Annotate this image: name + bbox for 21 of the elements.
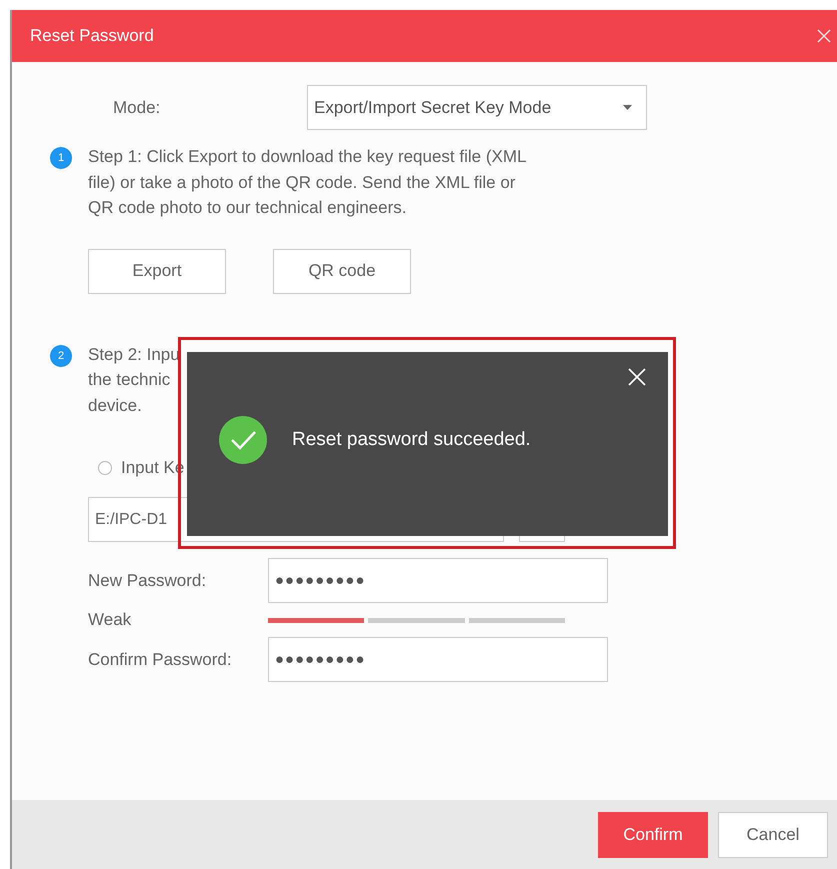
- step-instructions: Step 2: Inpu the technic device.: [88, 344, 181, 416]
- toast-message: Reset password succeeded.: [292, 429, 531, 451]
- strength-label: Weak: [88, 610, 132, 630]
- confirm-button[interactable]: Confirm: [598, 812, 708, 858]
- field-label: New Password:: [88, 570, 208, 590]
- window-title: Reset Password: [30, 26, 154, 46]
- close-icon[interactable]: [628, 368, 646, 386]
- step-instructions: Step 1: Click Export to download the key request file (XML file) or take a photo of the QR code. Send the XML file or QR code photo to our technical engineers.: [88, 146, 528, 219]
- action-button[interactable]: Export: [88, 248, 226, 294]
- password-field[interactable]: ●●●●●●●●●: [268, 558, 608, 603]
- action-button[interactable]: QR code: [273, 248, 411, 294]
- field-label: Confirm Password:: [88, 650, 233, 670]
- step-number-badge: 1: [50, 147, 72, 169]
- step-number-badge: 2: [50, 344, 72, 366]
- mode-dropdown[interactable]: Export/Import Secret Key Mode: [307, 85, 647, 130]
- check-icon: [219, 416, 267, 464]
- radio-button[interactable]: [98, 461, 112, 475]
- caret-icon: [623, 105, 632, 110]
- mode-label: Mode:: [112, 98, 162, 118]
- password-field[interactable]: ●●●●●●●●●: [268, 637, 608, 682]
- cancel-button[interactable]: Cancel: [718, 812, 828, 858]
